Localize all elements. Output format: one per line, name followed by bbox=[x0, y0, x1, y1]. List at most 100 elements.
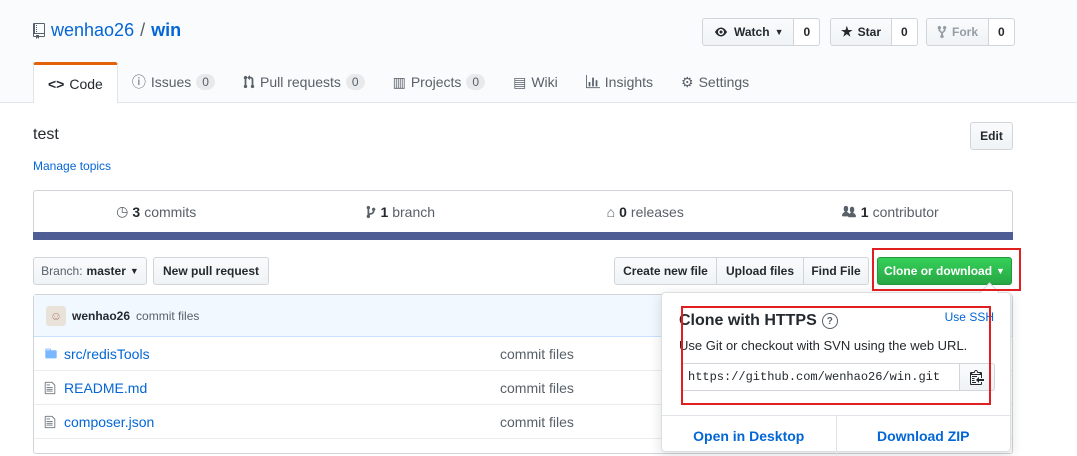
tab-pull-requests[interactable]: Pull requests 0 bbox=[229, 62, 379, 102]
contributors-count: 1 bbox=[860, 203, 869, 220]
manage-topics-link[interactable]: Manage topics bbox=[33, 159, 111, 173]
file-icon bbox=[44, 415, 60, 429]
file-name-link[interactable]: src/redisTools bbox=[64, 346, 500, 362]
project-icon: ▥ bbox=[392, 73, 406, 90]
code-icon: <> bbox=[48, 76, 65, 92]
clipboard-icon bbox=[970, 370, 984, 385]
star-group: ★ Star 0 bbox=[830, 18, 918, 46]
branch-count: 1 bbox=[380, 203, 389, 220]
commit-author[interactable]: wenhao26 bbox=[72, 309, 130, 323]
file-name-link[interactable]: composer.json bbox=[64, 414, 500, 430]
create-new-file-button[interactable]: Create new file bbox=[614, 257, 717, 285]
folder-icon bbox=[44, 347, 60, 360]
tab-wiki[interactable]: ▤ Wiki bbox=[499, 62, 572, 102]
clone-label: Clone or download bbox=[884, 264, 993, 278]
graph-icon bbox=[585, 75, 600, 89]
file-commit-message[interactable]: commit files bbox=[500, 380, 574, 396]
clone-url-group: https://github.com/wenhao26/win.git bbox=[681, 363, 995, 391]
upload-files-button[interactable]: Upload files bbox=[716, 257, 804, 285]
star-icon: ★ bbox=[841, 24, 853, 39]
copy-url-button[interactable] bbox=[960, 363, 995, 391]
branch-icon bbox=[367, 205, 376, 218]
tab-label: Projects bbox=[410, 74, 462, 90]
contributors-label: contributor bbox=[872, 203, 939, 220]
file-commit-message[interactable]: commit files bbox=[500, 414, 574, 430]
contributors-link[interactable]: 1 contributor bbox=[768, 191, 1013, 232]
clone-title-text: Clone with HTTPS bbox=[679, 312, 817, 329]
numbers-summary: ◷ 3 commits 1 branch ⌂ 0 releases 1 cont… bbox=[33, 190, 1013, 232]
tab-label: Code bbox=[69, 76, 103, 92]
star-label: Star bbox=[857, 25, 881, 39]
tag-icon: ⌂ bbox=[606, 203, 616, 220]
pull-request-icon bbox=[243, 75, 255, 89]
tab-label: Issues bbox=[150, 74, 192, 90]
watch-group: Watch ▼ 0 bbox=[702, 18, 821, 46]
watch-label: Watch bbox=[734, 25, 770, 39]
watch-button[interactable]: Watch ▼ bbox=[702, 18, 795, 46]
commits-label: commits bbox=[144, 203, 197, 220]
tab-label: Settings bbox=[698, 74, 750, 90]
tab-counter: 0 bbox=[345, 74, 365, 90]
language-bar[interactable] bbox=[33, 232, 1013, 240]
history-icon: ◷ bbox=[116, 203, 129, 219]
repo-icon bbox=[33, 22, 45, 39]
find-file-button[interactable]: Find File bbox=[803, 257, 869, 285]
file-name-link[interactable]: README.md bbox=[64, 380, 500, 396]
clone-dropdown: Clone with HTTPS ? Use SSH Use Git or ch… bbox=[661, 282, 1011, 456]
clone-title: Clone with HTTPS ? bbox=[679, 312, 838, 330]
commits-link[interactable]: ◷ 3 commits bbox=[34, 191, 279, 232]
tab-insights[interactable]: Insights bbox=[572, 62, 667, 102]
releases-link[interactable]: ⌂ 0 releases bbox=[523, 191, 768, 232]
watch-count[interactable]: 0 bbox=[794, 18, 821, 46]
dropdown-caret bbox=[980, 282, 999, 301]
clone-instructions: Use Git or checkout with SVN using the w… bbox=[679, 338, 968, 353]
repo-name-link[interactable]: win bbox=[151, 20, 181, 41]
branch-prefix: Branch: bbox=[41, 264, 83, 278]
file-icon bbox=[44, 381, 60, 395]
file-commit-message[interactable]: commit files bbox=[500, 346, 574, 362]
clone-url-input[interactable]: https://github.com/wenhao26/win.git bbox=[681, 363, 960, 391]
star-count[interactable]: 0 bbox=[892, 18, 918, 46]
tab-issues[interactable]: ⓘ Issues 0 bbox=[118, 62, 229, 102]
new-pull-request-button[interactable]: New pull request bbox=[153, 257, 269, 285]
repo-separator: / bbox=[140, 20, 146, 40]
repo-owner-link[interactable]: wenhao26 bbox=[51, 20, 134, 41]
star-button[interactable]: ★ Star bbox=[830, 18, 892, 46]
fork-count[interactable]: 0 bbox=[989, 18, 1015, 46]
commits-count: 3 bbox=[132, 203, 141, 220]
clone-footer: Open in Desktop Download ZIP bbox=[662, 415, 1010, 456]
fork-label: Fork bbox=[952, 25, 979, 39]
branch-label: branch bbox=[392, 203, 436, 220]
tab-label: Insights bbox=[604, 74, 654, 90]
question-icon[interactable]: ? bbox=[821, 313, 838, 329]
tab-counter: 0 bbox=[196, 74, 215, 90]
chevron-down-icon: ▼ bbox=[129, 266, 139, 276]
gear-icon: ⚙ bbox=[681, 73, 694, 90]
fork-icon bbox=[937, 25, 947, 39]
tab-code[interactable]: <> Code bbox=[33, 62, 118, 103]
commit-message[interactable]: commit files bbox=[136, 309, 199, 323]
open-in-desktop-button[interactable]: Open in Desktop bbox=[662, 416, 837, 456]
repo-title: wenhao26 / win bbox=[33, 20, 181, 41]
releases-label: releases bbox=[630, 203, 684, 220]
branch-name: master bbox=[86, 264, 126, 278]
releases-count: 0 bbox=[619, 203, 627, 220]
fork-button[interactable]: Fork bbox=[926, 18, 990, 46]
repo-description: test bbox=[33, 126, 59, 143]
tab-counter: 0 bbox=[466, 74, 486, 90]
tab-projects[interactable]: ▥ Projects 0 bbox=[379, 62, 500, 102]
chevron-down-icon: ▼ bbox=[996, 266, 1005, 276]
avatar[interactable]: ☺ bbox=[46, 305, 66, 326]
tab-label: Wiki bbox=[531, 74, 558, 90]
repo-nav: <> Code ⓘ Issues 0 Pull requests 0 ▥ Pro… bbox=[33, 62, 763, 103]
tab-label: Pull requests bbox=[259, 74, 341, 90]
clone-or-download-button[interactable]: Clone or download ▼ bbox=[877, 257, 1012, 285]
branch-select-button[interactable]: Branch: master ▼ bbox=[33, 257, 147, 285]
tab-settings[interactable]: ⚙ Settings bbox=[667, 62, 763, 102]
edit-description-button[interactable]: Edit bbox=[970, 122, 1013, 150]
branches-link[interactable]: 1 branch bbox=[279, 191, 524, 232]
eye-icon bbox=[715, 27, 727, 37]
issue-icon: ⓘ bbox=[131, 74, 146, 90]
use-ssh-link[interactable]: Use SSH bbox=[945, 310, 994, 324]
download-zip-button[interactable]: Download ZIP bbox=[837, 416, 1011, 456]
